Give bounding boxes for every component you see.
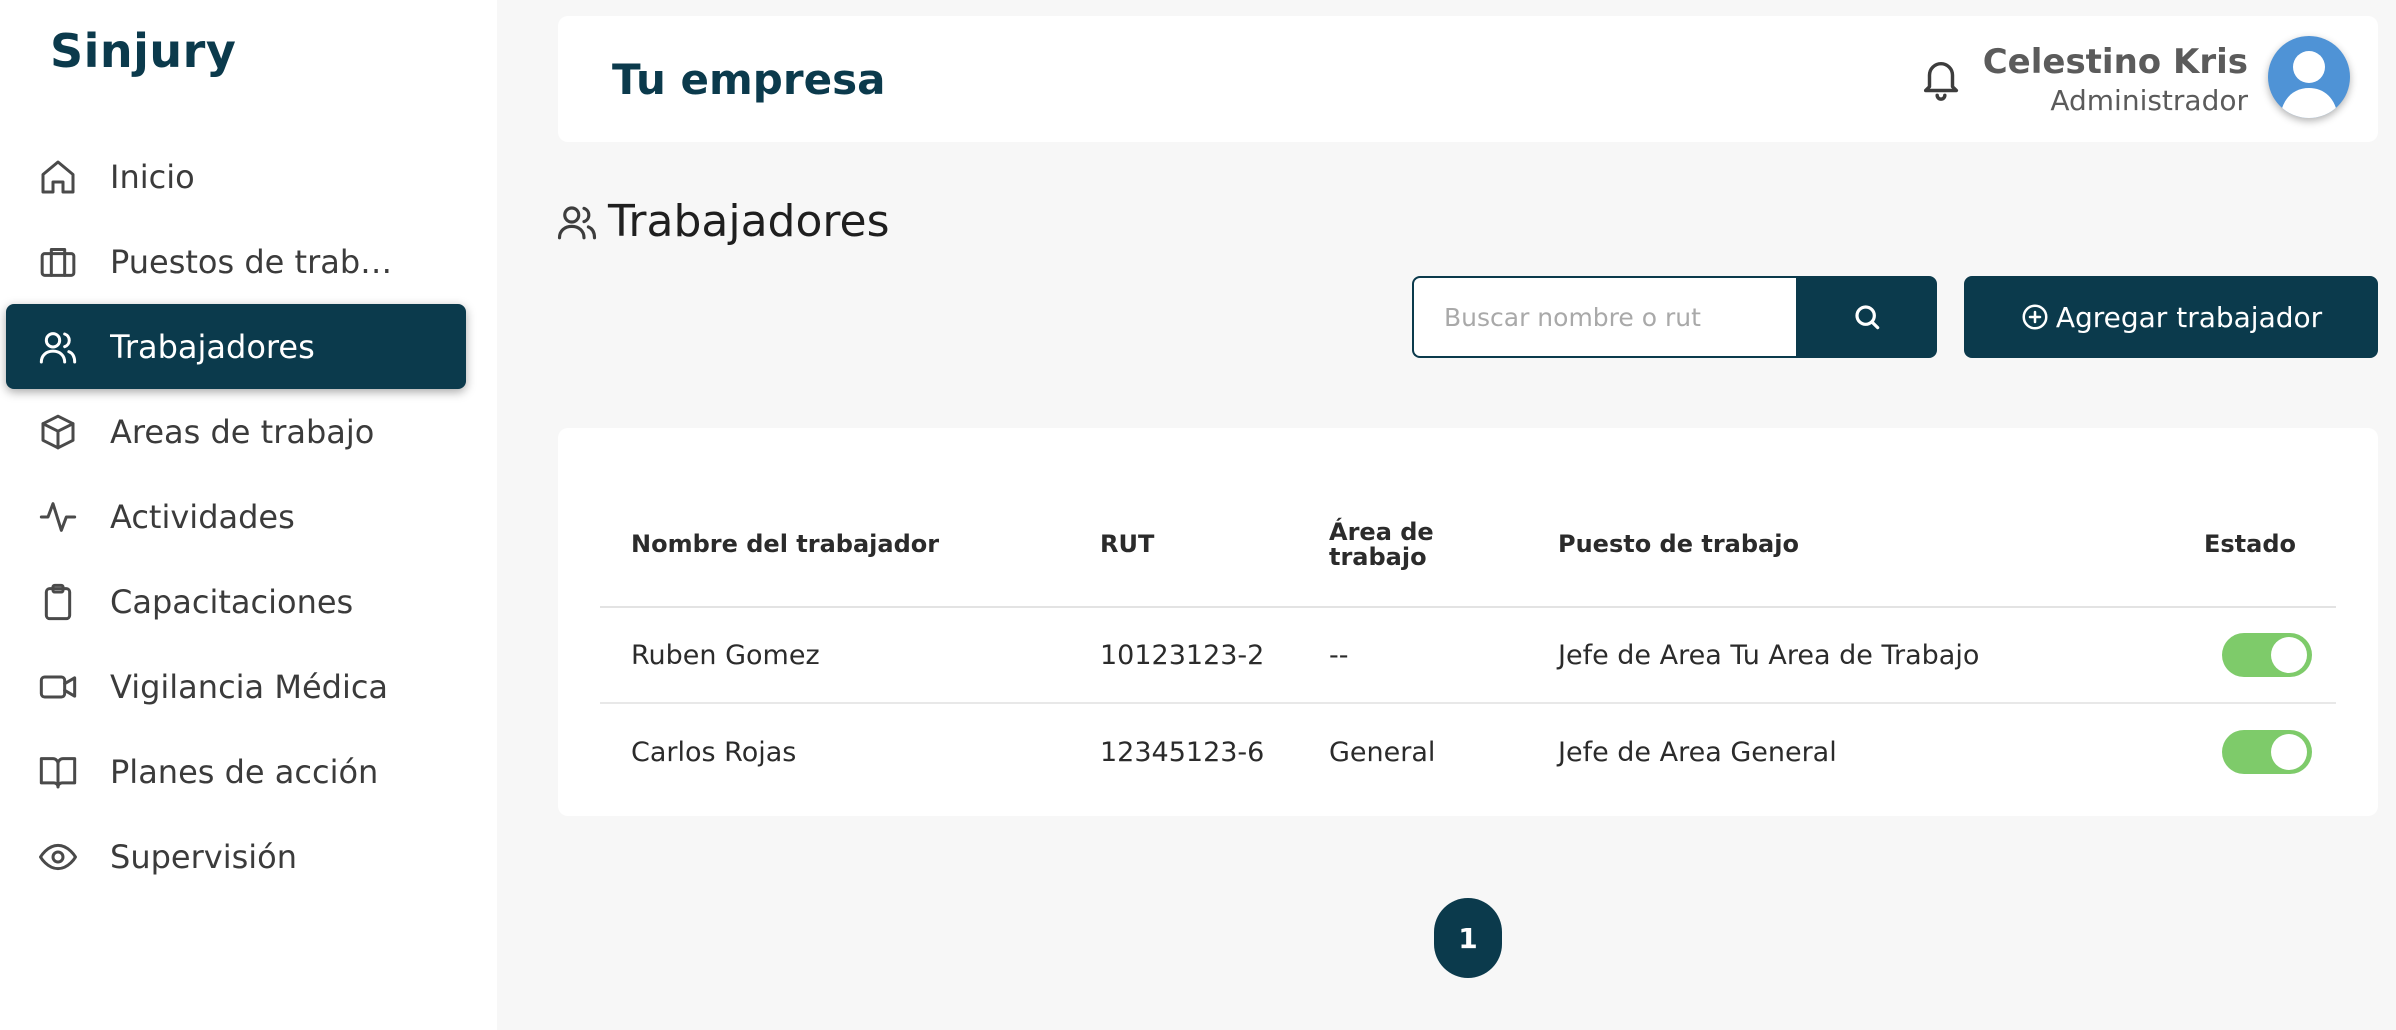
cell-estado <box>2148 633 2336 677</box>
toggle-knob <box>2271 637 2307 673</box>
workers-table-card: Nombre del trabajador RUT Área de trabaj… <box>558 428 2378 816</box>
search-icon <box>1854 305 1879 330</box>
sidebar-item-vigilancia[interactable]: Vigilancia Médica <box>6 644 466 729</box>
sidebar-item-label: Vigilancia Médica <box>110 667 389 706</box>
user-name: Celestino Kris <box>1982 42 2248 82</box>
top-header: Tu empresa Celestino Kris Administrador <box>558 16 2378 142</box>
users-icon <box>36 325 80 369</box>
section-title: Trabajadores <box>556 196 890 247</box>
users-icon <box>557 205 597 239</box>
company-title: Tu empresa <box>612 54 886 104</box>
cell-puesto: Jefe de Area Tu Area de Trabajo <box>1558 639 1980 671</box>
sidebar-item-label: Actividades <box>110 497 295 536</box>
brand-logo: Sinjury <box>50 24 237 78</box>
add-worker-button[interactable]: Agregar trabajador <box>1964 276 2378 358</box>
cell-estado <box>2148 730 2336 774</box>
cell-area: General <box>1329 736 1436 768</box>
search-button[interactable] <box>1796 276 1937 358</box>
status-toggle[interactable] <box>2222 730 2312 774</box>
cell-rut: 10123123-2 <box>1100 639 1265 671</box>
sidebar-item-label: Trabajadores <box>110 327 315 366</box>
video-icon <box>36 665 80 709</box>
column-header-area-text: Área de trabajo <box>1329 517 1434 571</box>
briefcase-icon <box>36 240 80 284</box>
sidebar-item-capacitaciones[interactable]: Capacitaciones <box>6 559 466 644</box>
cell-name: Ruben Gomez <box>631 639 820 671</box>
cell-puesto: Jefe de Area General <box>1558 736 1837 768</box>
user-avatar-icon <box>2280 51 2338 118</box>
table-row[interactable]: Ruben Gomez 10123123-2 -- Jefe de Area T… <box>600 608 2336 704</box>
user-role: Administrador <box>2050 84 2248 117</box>
sidebar-item-areas[interactable]: Areas de trabajo <box>6 389 466 474</box>
box-icon <box>36 410 80 454</box>
sidebar: Sinjury Inicio Puestos de traba... Traba… <box>0 0 497 1030</box>
sidebar-item-supervision[interactable]: Supervisión <box>6 814 466 899</box>
sidebar-nav: Inicio Puestos de traba... Trabajadores … <box>6 134 466 899</box>
toggle-knob <box>2271 734 2307 770</box>
sidebar-item-label: Areas de trabajo <box>110 412 375 451</box>
sidebar-item-label: Supervisión <box>110 837 297 876</box>
cell-rut: 12345123-6 <box>1100 736 1265 768</box>
clipboard-icon <box>36 580 80 624</box>
eye-icon <box>36 835 80 879</box>
avatar[interactable] <box>2268 36 2350 118</box>
add-worker-label: Agregar trabajador <box>2055 300 2323 334</box>
sidebar-item-trabajadores[interactable]: Trabajadores <box>6 304 466 389</box>
sidebar-item-actividades[interactable]: Actividades <box>6 474 466 559</box>
column-header-estado: Estado <box>2203 530 2296 559</box>
pagination-page-button[interactable]: 1 <box>1434 898 1502 978</box>
search-bar <box>1412 276 1937 358</box>
book-icon <box>36 750 80 794</box>
column-header-rut: RUT <box>1100 530 1155 559</box>
notifications-button[interactable] <box>1918 56 1964 102</box>
sidebar-item-inicio[interactable]: Inicio <box>6 134 466 219</box>
sidebar-item-label: Puestos de traba... <box>110 242 410 281</box>
cell-name: Carlos Rojas <box>631 736 797 768</box>
sidebar-item-label: Planes de acción <box>110 752 379 791</box>
page-title: Trabajadores <box>608 196 890 247</box>
activity-icon <box>36 495 80 539</box>
sidebar-item-label: Inicio <box>110 157 195 196</box>
sidebar-item-planes[interactable]: Planes de acción <box>6 729 466 814</box>
column-header-area: Área de trabajo <box>1329 517 1558 571</box>
column-header-name: Nombre del trabajador <box>631 530 940 559</box>
sidebar-item-label: Capacitaciones <box>110 582 354 621</box>
table-header: Nombre del trabajador RUT Área de trabaj… <box>600 484 2336 608</box>
user-info[interactable]: Celestino Kris Administrador <box>1983 42 2248 117</box>
plus-circle-icon <box>2022 304 2048 330</box>
status-toggle[interactable] <box>2222 633 2312 677</box>
home-icon <box>36 155 80 199</box>
workers-table: Nombre del trabajador RUT Área de trabaj… <box>600 484 2336 800</box>
cell-area: -- <box>1329 639 1349 671</box>
bell-icon <box>1923 62 1959 101</box>
search-input[interactable] <box>1412 276 1796 358</box>
column-header-puesto: Puesto de trabajo <box>1558 530 1799 559</box>
sidebar-item-puestos[interactable]: Puestos de traba... <box>6 219 466 304</box>
table-row[interactable]: Carlos Rojas 12345123-6 General Jefe de … <box>600 704 2336 800</box>
